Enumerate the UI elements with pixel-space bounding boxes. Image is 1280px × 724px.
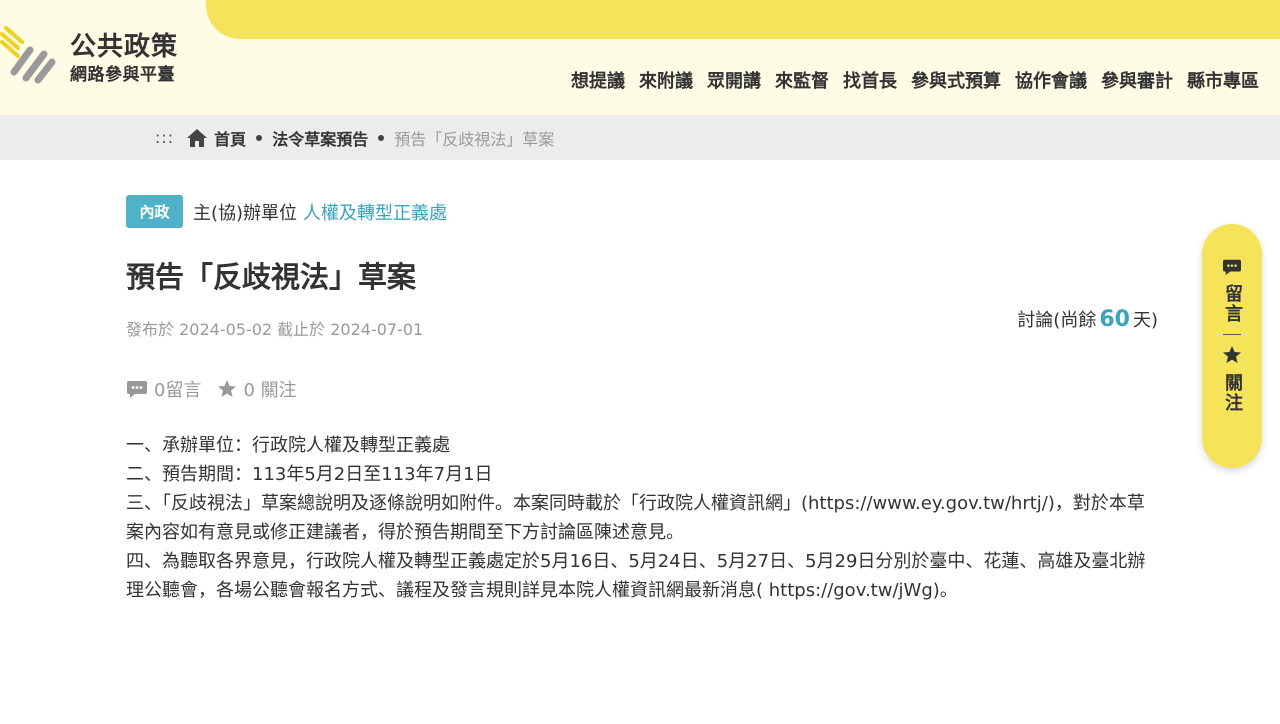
breadcrumb-current: 預告「反歧視法」草案 [394, 129, 555, 149]
nav-item-officials[interactable]: 找首長 [836, 67, 904, 93]
agency-label: 主(協)辦單位 [193, 202, 298, 224]
star-icon [1223, 346, 1241, 363]
stats-row: 0留言 0 關注 [126, 376, 297, 402]
logo-subtitle[interactable]: 網路參與平臺 [70, 60, 175, 85]
content-paragraph: 一、承辦單位：行政院人權及轉型正義處 [126, 435, 450, 456]
breadcrumb-separator [256, 134, 263, 141]
content-paragraph: 三、「反歧視法」草案總說明及逐條說明如附件。本案同時載於「行政院人權資訊網」(h… [126, 493, 1145, 543]
logo-title[interactable]: 公共政策 [70, 26, 178, 63]
comment-icon [127, 381, 147, 398]
discussion-suffix: 天) [1132, 310, 1158, 331]
category-tag[interactable]: 內政 [126, 195, 183, 228]
side-divider [1223, 334, 1241, 335]
discussion-days: 60 [1099, 307, 1130, 332]
publish-dates: 發布於 2024-05-02 截止於 2024-07-01 [126, 320, 424, 339]
content-paragraph: 二、預告期間：113年5月2日至113年7月1日 [126, 464, 493, 485]
logo-icon[interactable] [0, 26, 60, 84]
comment-count: 0留言 [154, 380, 202, 401]
announcement-content: 一、承辦單位：行政院人權及轉型正義處 二、預告期間：113年5月2日至113年7… [126, 431, 1156, 605]
breadcrumb-accesskey[interactable]: ::: [155, 128, 174, 147]
follow-count-button[interactable]: 0 關注 [217, 376, 297, 402]
nav-item-discuss[interactable]: 眾開講 [700, 67, 768, 93]
breadcrumb-separator [378, 134, 385, 141]
nav-item-local[interactable]: 縣市專區 [1180, 67, 1266, 93]
nav-item-audit[interactable]: 參與審計 [1094, 67, 1180, 93]
side-comment-label: 留言 [1222, 284, 1243, 324]
follow-count: 0 關注 [243, 380, 297, 401]
breadcrumb-home-label: 首頁 [214, 129, 247, 149]
site-header: 公共政策 網路參與平臺 想提議 來附議 眾開講 來監督 找首長 參與式預算 協作… [0, 0, 1280, 115]
discussion-remaining: 討論(尚餘 60 天) [1017, 306, 1158, 332]
side-follow-label: 關注 [1222, 373, 1243, 413]
content-paragraph: 四、為聽取各界意見，行政院人權及轉型正義處定於5月16日、5月24日、5月27日… [126, 551, 1146, 601]
main-nav: 想提議 來附議 眾開講 來監督 找首長 參與式預算 協作會議 參與審計 縣市專區 [564, 67, 1266, 93]
nav-item-endorse[interactable]: 來附議 [632, 67, 700, 93]
page-title: 預告「反歧視法」草案 [126, 260, 417, 294]
discussion-prefix: 討論(尚餘 [1017, 310, 1097, 331]
nav-item-monitor[interactable]: 來監督 [768, 67, 836, 93]
comment-count-button[interactable]: 0留言 [126, 376, 201, 402]
home-icon [187, 128, 208, 147]
nav-item-propose[interactable]: 想提議 [564, 67, 632, 93]
agency-row: 內政 主(協)辦單位 人權及轉型正義處 [126, 195, 447, 228]
nav-item-budget[interactable]: 參與式預算 [904, 67, 1008, 93]
breadcrumb-section[interactable]: 法令草案預告 [272, 126, 368, 150]
agency-name-link[interactable]: 人權及轉型正義處 [303, 199, 447, 225]
side-comment-button[interactable]: 留言 [1219, 258, 1245, 324]
breadcrumb: ::: 首頁 法令草案預告 預告「反歧視法」草案 [0, 115, 1280, 160]
comment-icon [1223, 259, 1241, 276]
breadcrumb-home[interactable]: 首頁 [186, 126, 246, 150]
side-follow-button[interactable]: 關注 [1219, 345, 1245, 413]
header-yellow-band [206, 0, 1280, 39]
nav-item-collab[interactable]: 協作會議 [1008, 67, 1094, 93]
floating-action-panel: 留言 關注 [1202, 224, 1262, 468]
star-icon [218, 380, 237, 397]
